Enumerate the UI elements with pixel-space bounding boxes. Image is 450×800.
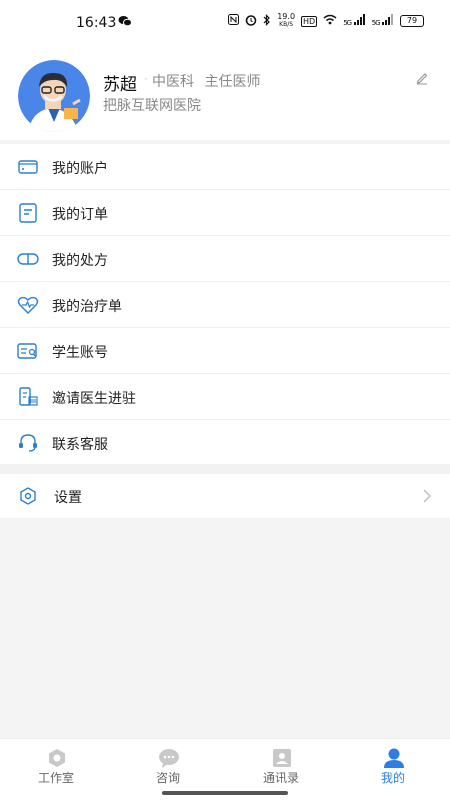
menu-item-label: 邀请医生进驻: [52, 391, 136, 407]
status-bar: 16:43 19.0 KB/S HD 5G 5G 79: [0, 0, 450, 44]
menu-item-label: 我的账户: [52, 161, 108, 177]
menu-item-student-account[interactable]: 学生账号: [0, 328, 450, 374]
person-icon: [383, 747, 405, 769]
doctor-title: 主任医师: [204, 74, 261, 90]
status-icons: 19.0 KB/S HD 5G 5G 79: [228, 13, 424, 29]
separator-dot: ·: [144, 72, 148, 86]
bluetooth-icon: [263, 13, 271, 29]
signal-2: 5G: [372, 14, 394, 28]
doctor-name: 苏超: [103, 75, 137, 95]
tab-label: 我的: [380, 771, 405, 785]
settings-label: 设置: [54, 490, 82, 506]
menu-item-label: 学生账号: [52, 345, 108, 361]
tab-label: 咨询: [155, 771, 180, 785]
tab-label: 工作室: [37, 771, 74, 785]
profile-header[interactable]: 苏超 · 中医科 主任医师 把脉互联网医院: [0, 44, 450, 140]
wallet-icon: [17, 157, 39, 177]
network-speed-unit: KB/S: [279, 21, 294, 28]
invite-doctor-icon: [17, 387, 39, 407]
menu-item-account[interactable]: 我的账户: [0, 144, 450, 190]
contacts-icon: [271, 747, 293, 769]
menu-item-label: 联系客服: [52, 437, 108, 453]
doctor-department-title: 中医科 主任医师: [152, 71, 260, 91]
network-speed: 19.0 KB/S: [277, 13, 295, 29]
home-indicator[interactable]: [162, 791, 288, 795]
menu-list: 我的账户 我的订单 我的处方 我的治疗单 学生账号 邀请医生进驻 联系客服: [0, 144, 450, 466]
tab-mine[interactable]: 我的: [337, 739, 449, 791]
settings-row[interactable]: 设置: [0, 474, 450, 518]
menu-item-invite-doctor[interactable]: 邀请医生进驻: [0, 374, 450, 420]
workroom-icon: [46, 747, 68, 769]
doctor-avatar[interactable]: [18, 60, 90, 132]
tab-consult[interactable]: 咨询: [112, 739, 224, 791]
menu-item-prescriptions[interactable]: 我的处方: [0, 236, 450, 282]
tab-contacts[interactable]: 通讯录: [225, 739, 337, 791]
tab-workroom[interactable]: 工作室: [0, 739, 112, 791]
menu-item-label: 我的治疗单: [52, 299, 122, 315]
signal-1-label: 5G: [343, 19, 352, 27]
hd-badge: HD: [301, 15, 318, 27]
section-divider: [0, 464, 450, 474]
student-id-icon: [17, 341, 39, 361]
signal-1: 5G: [343, 14, 365, 28]
menu-item-orders[interactable]: 我的订单: [0, 190, 450, 236]
heart-icon: [17, 295, 39, 315]
menu-item-customer-service[interactable]: 联系客服: [0, 420, 450, 466]
alarm-icon: [245, 14, 257, 29]
menu-item-label: 我的订单: [52, 207, 108, 223]
chevron-right-icon: [422, 488, 432, 504]
signal-2-label: 5G: [371, 19, 381, 27]
chat-icon: [158, 747, 180, 769]
battery-indicator: 79: [400, 15, 424, 27]
pill-icon: [17, 249, 39, 269]
network-speed-value: 19.0: [277, 12, 296, 21]
hospital-name: 把脉互联网医院: [103, 98, 201, 114]
order-icon: [17, 203, 39, 223]
menu-item-treatment[interactable]: 我的治疗单: [0, 282, 450, 328]
nfc-icon: [228, 14, 240, 28]
edit-icon[interactable]: [414, 70, 430, 86]
headset-icon: [17, 433, 39, 453]
wechat-notification-icon: [118, 15, 132, 30]
tab-label: 通讯录: [262, 771, 299, 785]
settings-hexagon-icon: [17, 486, 39, 506]
menu-item-label: 我的处方: [52, 253, 108, 269]
doctor-department: 中医科: [152, 74, 194, 90]
status-time: 16:43: [76, 15, 117, 31]
wifi-icon: [323, 14, 337, 28]
